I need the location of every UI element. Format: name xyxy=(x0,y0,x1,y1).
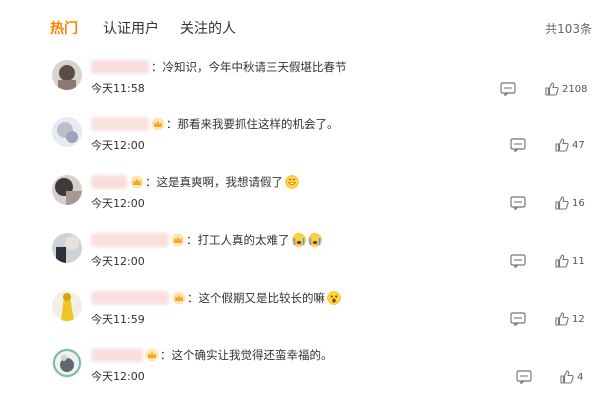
tab-hot[interactable]: 热门 xyxy=(50,18,78,38)
username-blurred[interactable] xyxy=(91,60,149,74)
comment-time: 今天12:00 xyxy=(91,197,145,210)
avatar[interactable] xyxy=(52,60,82,90)
surprised-emoji xyxy=(327,291,341,305)
reply-icon[interactable] xyxy=(500,82,516,96)
comment-text: ：冷知识，今年中秋请三天假堪比春节 xyxy=(151,60,347,74)
like-icon[interactable] xyxy=(555,138,569,152)
like-count: 2108 xyxy=(562,84,588,95)
like-count: 16 xyxy=(572,198,585,209)
username-blurred[interactable] xyxy=(91,117,149,131)
comment-text: ：打工人真的太难了 xyxy=(186,233,322,247)
comment-time: 今天12:00 xyxy=(91,139,145,152)
like-count: 12 xyxy=(572,314,585,325)
avatar[interactable] xyxy=(52,291,82,321)
reply-icon[interactable] xyxy=(510,196,526,210)
avatar[interactable] xyxy=(52,348,82,378)
username-blurred[interactable] xyxy=(91,291,169,305)
username-blurred[interactable] xyxy=(91,175,127,189)
comment-tabs: 热门 认证用户 关注的人 共103条 xyxy=(0,0,597,52)
avatar[interactable] xyxy=(52,175,82,205)
comment-time: 今天11:58 xyxy=(91,82,145,95)
crown-badge-icon xyxy=(145,348,159,362)
username-blurred[interactable] xyxy=(91,233,169,247)
reply-icon[interactable] xyxy=(510,312,526,326)
comment-text: ：这是真爽啊，我想请假了 xyxy=(145,175,299,189)
like-count: 47 xyxy=(572,140,585,151)
comment-item: ：那看来我要抓住这样的机会了。 今天12:00 47 xyxy=(0,117,597,175)
comment-item: ：这个确实让我觉得还蛮幸福的。 今天12:00 4 xyxy=(0,348,597,406)
like-count: 4 xyxy=(577,372,584,383)
reply-icon[interactable] xyxy=(510,138,526,152)
comment-total-count: 共103条 xyxy=(545,22,592,36)
crown-badge-icon xyxy=(172,291,186,305)
reply-icon[interactable] xyxy=(510,254,526,268)
like-icon[interactable] xyxy=(545,82,559,96)
comment-time: 今天12:00 xyxy=(91,255,145,268)
comment-text: ：这个确实让我觉得还蛮幸福的。 xyxy=(160,348,333,362)
grin-emoji xyxy=(285,175,299,189)
like-icon[interactable] xyxy=(560,370,574,384)
like-icon[interactable] xyxy=(555,196,569,210)
crown-badge-icon xyxy=(151,117,165,131)
comment-item: ：冷知识，今年中秋请三天假堪比春节 今天11:58 2108 xyxy=(0,60,597,118)
comment-item: ：打工人真的太难了 今天12:00 11 xyxy=(0,233,597,291)
reply-icon[interactable] xyxy=(516,370,532,384)
crown-badge-icon xyxy=(171,233,185,247)
comment-time: 今天11:59 xyxy=(91,313,145,326)
crying-emoji xyxy=(307,233,322,247)
avatar[interactable] xyxy=(52,233,82,263)
avatar[interactable] xyxy=(52,117,82,147)
comment-time: 今天12:00 xyxy=(91,370,145,383)
comment-item: ：这个假期又是比较长的嘛 今天11:59 12 xyxy=(0,291,597,349)
comment-text: ：这个假期又是比较长的嘛 xyxy=(187,291,341,305)
crown-badge-icon xyxy=(130,175,144,189)
crying-emoji xyxy=(291,233,306,247)
like-icon[interactable] xyxy=(555,254,569,268)
username-blurred[interactable] xyxy=(91,348,143,362)
tab-following[interactable]: 关注的人 xyxy=(180,18,236,38)
like-count: 11 xyxy=(572,256,585,267)
like-icon[interactable] xyxy=(555,312,569,326)
comment-item: ：这是真爽啊，我想请假了 今天12:00 16 xyxy=(0,175,597,233)
comment-text: ：那看来我要抓住这样的机会了。 xyxy=(166,117,339,131)
tab-verified-users[interactable]: 认证用户 xyxy=(103,18,159,38)
